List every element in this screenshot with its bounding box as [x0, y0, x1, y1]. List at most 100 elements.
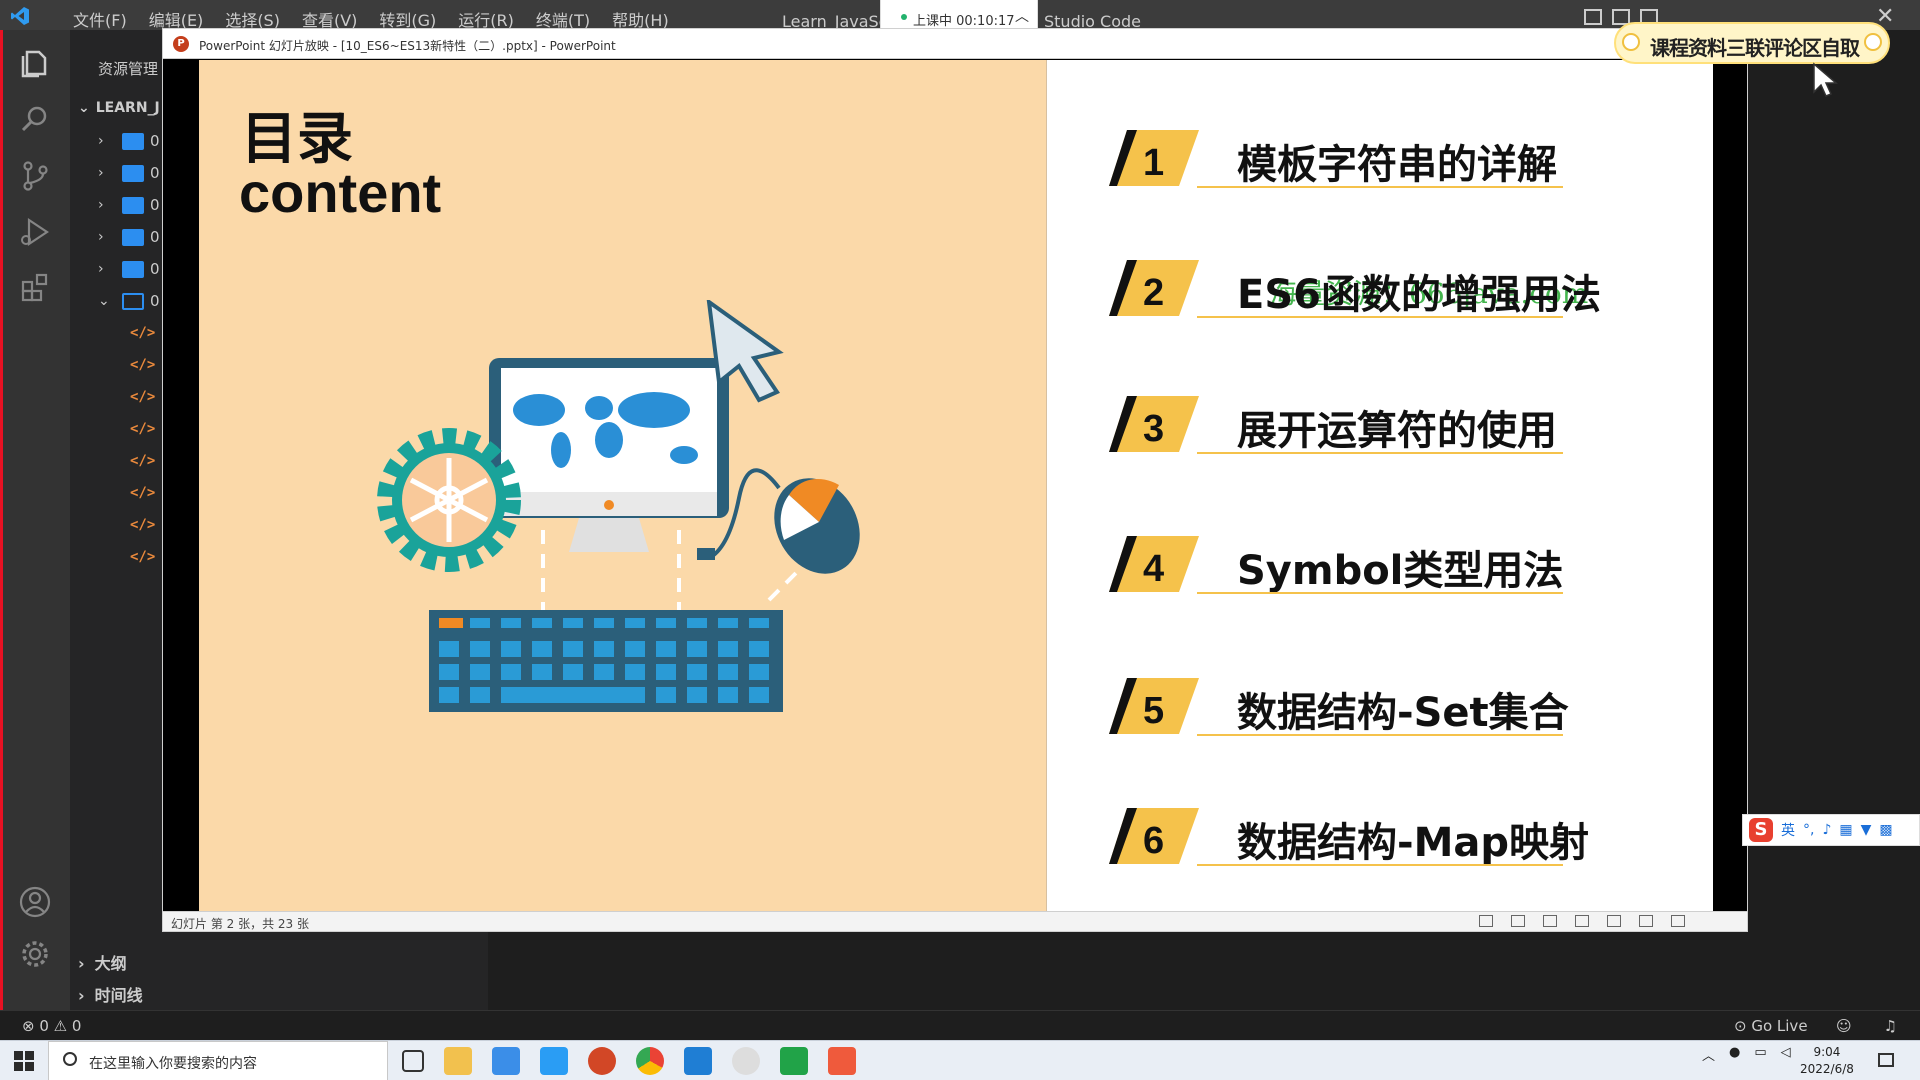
- file-row[interactable]: </>: [130, 480, 155, 506]
- system-tray: ︿ ● ▭ ◁: [1702, 1045, 1791, 1064]
- file-row[interactable]: </>: [130, 352, 155, 378]
- network-icon[interactable]: ▭: [1754, 1045, 1766, 1064]
- go-live-button[interactable]: ⊙ Go Live: [1734, 1017, 1808, 1035]
- toc-item-3[interactable]: 3 展开运算符的使用: [1109, 396, 1589, 466]
- vscode-taskbar-icon[interactable]: [684, 1047, 712, 1075]
- settings-gear-icon[interactable]: [17, 936, 53, 972]
- taskbar-search-box[interactable]: 在这里输入你要搜索的内容: [48, 1041, 388, 1080]
- go-live-label: Go Live: [1751, 1017, 1808, 1035]
- toc-item-4[interactable]: 4 Symbol类型用法: [1109, 536, 1589, 606]
- toc-item-1[interactable]: 1 模板字符串的详解: [1109, 130, 1589, 200]
- keyboard-key: [749, 664, 769, 680]
- slide-menu-icon[interactable]: [1511, 915, 1525, 927]
- extensions-icon[interactable]: [17, 270, 53, 306]
- promo-banner[interactable]: 课程资料三联评论区自取: [1614, 22, 1890, 64]
- menu-go[interactable]: 转到(G): [368, 0, 447, 30]
- toc-label: 数据结构-Map映射: [1237, 820, 1590, 866]
- toc-number: 2: [1143, 272, 1165, 314]
- app-icon-blue-2[interactable]: [540, 1047, 568, 1075]
- problems-indicator[interactable]: ⊗ 0 ⚠ 0: [22, 1017, 81, 1035]
- keyboard-key: [749, 687, 769, 703]
- folder-icon: [122, 260, 144, 278]
- search-icon[interactable]: [17, 102, 53, 138]
- folder-row[interactable]: › 0: [98, 192, 160, 218]
- folder-row[interactable]: › 0: [98, 160, 160, 186]
- toc-item-6[interactable]: 6 数据结构-Map映射: [1109, 808, 1589, 878]
- file-row[interactable]: </>: [130, 512, 155, 538]
- toc-underline: [1197, 734, 1563, 736]
- html-file-icon: </>: [130, 453, 156, 469]
- explorer-icon[interactable]: [17, 46, 53, 82]
- slide-sorter-icon[interactable]: [1607, 915, 1621, 927]
- normal-view-icon[interactable]: [1575, 915, 1589, 927]
- folder-name: 0: [150, 132, 160, 150]
- taskbar-clock[interactable]: 9:04 2022/6/8: [1800, 1044, 1854, 1078]
- microphone-icon[interactable]: ♪: [1822, 822, 1831, 838]
- powerpoint-icon: P: [173, 36, 189, 52]
- previous-slide-icon[interactable]: [1479, 915, 1493, 927]
- tray-expand-icon[interactable]: ︿: [1702, 1045, 1715, 1064]
- file-row[interactable]: </>: [130, 448, 155, 474]
- next-slide-icon[interactable]: [1543, 915, 1557, 927]
- menu-help[interactable]: 帮助(H): [601, 0, 680, 30]
- toc-item-5[interactable]: 5 数据结构-Set集合: [1109, 678, 1589, 748]
- powerpoint-window-title: PowerPoint 幻灯片放映 - [10_ES6~ES13新特性（二）.pp…: [199, 39, 616, 53]
- avatar-app-icon[interactable]: [732, 1047, 760, 1075]
- reading-view-icon[interactable]: [1639, 915, 1653, 927]
- file-row[interactable]: </>: [130, 320, 155, 346]
- explorer-header: 资源管理: [98, 60, 159, 78]
- keyboard-key: [532, 664, 552, 680]
- source-control-icon[interactable]: [17, 158, 53, 194]
- powerpoint-window: P PowerPoint 幻灯片放映 - [10_ES6~ES13新特性（二）.…: [162, 28, 1748, 932]
- file-row[interactable]: </>: [130, 544, 155, 570]
- menu-view[interactable]: 查看(V): [291, 0, 368, 30]
- app-icon-red[interactable]: [828, 1047, 856, 1075]
- app-icon-blue-1[interactable]: [492, 1047, 520, 1075]
- ime-language[interactable]: 英: [1781, 820, 1795, 840]
- project-root[interactable]: ⌄ LEARN_J: [78, 100, 160, 116]
- outline-section[interactable]: › 大纲: [78, 950, 127, 974]
- timeline-section[interactable]: › 时间线: [78, 982, 143, 1006]
- skin-icon[interactable]: ▼: [1861, 822, 1872, 838]
- folder-row[interactable]: › 0: [98, 224, 160, 250]
- keyboard-key: [625, 641, 645, 657]
- accounts-icon[interactable]: [17, 884, 53, 920]
- slide[interactable]: 目录 content 海量资源：666java.com 1 模板字符串的详解 2…: [199, 60, 1713, 911]
- file-row[interactable]: </>: [130, 384, 155, 410]
- punctuation-icon[interactable]: °,: [1803, 822, 1814, 838]
- app-icon-green[interactable]: [780, 1047, 808, 1075]
- toggle-sidebar-icon[interactable]: [1584, 9, 1602, 25]
- menu-run[interactable]: 运行(R): [447, 0, 525, 30]
- menu-terminal[interactable]: 终端(T): [525, 0, 601, 30]
- windows-start-icon[interactable]: [14, 1051, 34, 1071]
- menu-edit[interactable]: 编辑(E): [138, 0, 215, 30]
- notifications-bell-icon[interactable]: ♫: [1884, 1017, 1897, 1035]
- keyboard-key: [501, 641, 521, 657]
- toolbox-icon[interactable]: ▩: [1879, 822, 1892, 838]
- chrome-icon[interactable]: [636, 1047, 664, 1075]
- menu-file[interactable]: 文件(F): [62, 0, 138, 30]
- chevron-up-icon[interactable]: ︿: [1015, 6, 1029, 26]
- html-file-icon: </>: [130, 421, 156, 437]
- file-row[interactable]: </>: [130, 416, 155, 442]
- toc-underline: [1197, 452, 1563, 454]
- folder-icon: [122, 164, 144, 182]
- volume-icon[interactable]: ◁: [1781, 1045, 1791, 1064]
- folder-row-open[interactable]: ⌄ 0: [98, 288, 160, 314]
- keyboard-icon[interactable]: ▦: [1839, 822, 1852, 838]
- run-debug-icon[interactable]: [17, 214, 53, 250]
- file-explorer-icon[interactable]: [444, 1047, 472, 1075]
- folder-row[interactable]: › 0: [98, 256, 160, 282]
- feedback-icon[interactable]: ☺: [1836, 1017, 1852, 1035]
- slideshow-view-icon[interactable]: [1671, 915, 1685, 927]
- powerpoint-taskbar-icon[interactable]: [588, 1047, 616, 1075]
- ime-toolbar[interactable]: S 英 °, ♪ ▦ ▼ ▩: [1742, 814, 1920, 846]
- task-view-icon[interactable]: [402, 1050, 424, 1072]
- menu-selection[interactable]: 选择(S): [214, 0, 291, 30]
- folder-row[interactable]: › 0: [98, 128, 160, 154]
- keyboard-key: [687, 664, 707, 680]
- mic-icon[interactable]: ●: [1729, 1045, 1740, 1064]
- action-center-icon[interactable]: [1878, 1053, 1894, 1067]
- toc-item-2[interactable]: 2 ES6函数的增强用法: [1109, 260, 1601, 330]
- status-right-icons: ☺ ♫: [1836, 1017, 1897, 1035]
